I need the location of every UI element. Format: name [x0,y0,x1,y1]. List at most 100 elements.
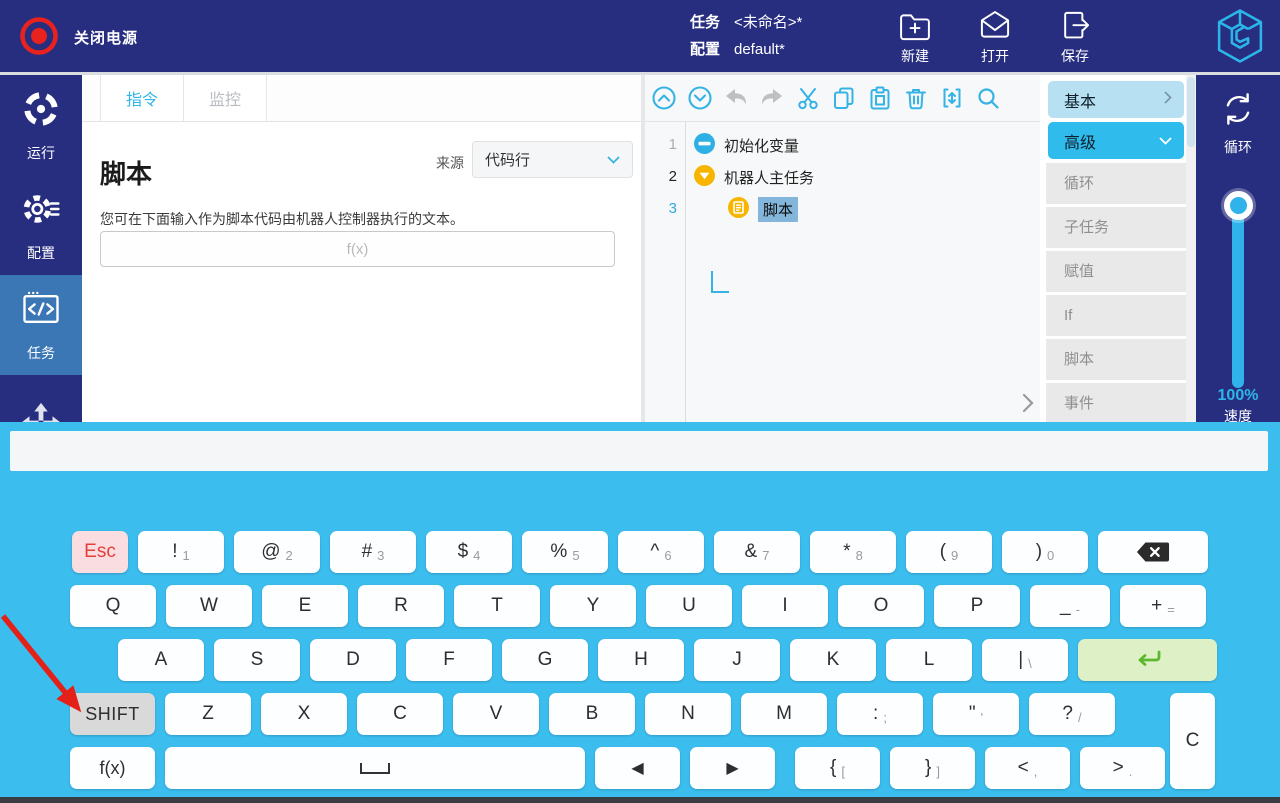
key-enter[interactable] [1078,639,1217,681]
move-down-icon[interactable] [686,85,713,112]
command-item-event[interactable]: 事件 [1046,383,1186,424]
key-k[interactable]: K [790,639,876,681]
command-scrollbar[interactable] [1186,75,1196,422]
key-h[interactable]: H [598,639,684,681]
script-expression-input[interactable] [100,231,615,267]
command-item-script[interactable]: 脚本 [1046,339,1186,380]
keyboard-text-input[interactable] [10,431,1268,471]
key-star-8[interactable]: *8 [810,531,896,573]
key-i[interactable]: I [742,585,828,627]
tree-row-init-variables[interactable]: 初始化变量 [693,129,799,161]
command-item-subtask[interactable]: 子任务 [1046,207,1186,248]
key-l[interactable]: L [886,639,972,681]
sidebar-run-label: 运行 [27,143,55,163]
new-task-label: 新建 [901,46,929,66]
cut-icon[interactable] [794,85,821,112]
key-plus-equals[interactable]: += [1120,585,1206,627]
command-item-loop[interactable]: 循环 [1046,163,1186,204]
key-o[interactable]: O [838,585,924,627]
key-caret-6[interactable]: ^6 [618,531,704,573]
sidebar-item-task[interactable]: 任务 [0,275,82,375]
key-f[interactable]: F [406,639,492,681]
key-question-slash[interactable]: ?/ [1029,693,1115,735]
copy-icon[interactable] [830,85,857,112]
key-y[interactable]: Y [550,585,636,627]
tab-instruction[interactable]: 指令 [100,75,184,121]
key-space[interactable] [165,747,585,789]
key-m[interactable]: M [741,693,827,735]
key-backspace[interactable] [1098,531,1208,573]
new-task-button[interactable]: 新建 [890,8,940,66]
key-percent-5[interactable]: %5 [522,531,608,573]
sidebar-item-run[interactable]: 运行 [0,75,82,175]
power-off-button[interactable]: 关闭电源 [74,27,138,48]
key-a[interactable]: A [118,639,204,681]
key-r[interactable]: R [358,585,444,627]
key-underscore-hyphen[interactable]: _- [1030,585,1110,627]
key-fx[interactable]: f(x) [70,747,155,789]
group-basic[interactable]: 基本 [1048,81,1184,118]
source-dropdown[interactable]: 代码行 [472,141,633,178]
key-shift[interactable]: SHIFT [70,693,155,735]
group-advanced[interactable]: 高级 [1048,122,1184,159]
key-at-2[interactable]: @2 [234,531,320,573]
sidebar-item-configure[interactable]: 配置 [0,175,82,275]
redo-icon[interactable] [758,85,785,112]
key-u[interactable]: U [646,585,732,627]
key-g[interactable]: G [502,639,588,681]
key-d[interactable]: D [310,639,396,681]
loop-mode-icon[interactable] [1216,87,1260,136]
key-c[interactable]: C [357,693,443,735]
tab-monitor[interactable]: 监控 [184,75,267,121]
scrollbar-thumb[interactable] [1187,77,1195,147]
undo-icon[interactable] [722,85,749,112]
key-colon-semicolon[interactable]: :; [837,693,923,735]
key-pipe-backslash[interactable]: |\ [982,639,1068,681]
panel-tabs: 指令 监控 [82,75,641,122]
key-z[interactable]: Z [165,693,251,735]
move-up-icon[interactable] [650,85,677,112]
delete-icon[interactable] [902,85,929,112]
key-lbrace-lbracket[interactable]: {[ [795,747,880,789]
key-c-side[interactable]: C [1170,693,1215,789]
paste-icon[interactable] [866,85,893,112]
key-esc[interactable]: Esc [72,531,128,573]
key-greater-period[interactable]: >. [1080,747,1165,789]
key-quote-apostrophe[interactable]: "' [933,693,1019,735]
key-arrow-right[interactable]: ▶ [690,747,775,789]
power-record-icon[interactable] [18,15,60,57]
key-dollar-4[interactable]: $4 [426,531,512,573]
command-item-assignment[interactable]: 赋值 [1046,251,1186,292]
save-task-button[interactable]: 保存 [1050,8,1100,66]
key-t[interactable]: T [454,585,540,627]
key-amp-7[interactable]: &7 [714,531,800,573]
key-w[interactable]: W [166,585,252,627]
command-item-if[interactable]: If [1046,295,1186,336]
script-description: 您可在下面输入作为脚本代码由机器人控制器执行的文本。 [100,209,464,229]
key-p[interactable]: P [934,585,1020,627]
key-s[interactable]: S [214,639,300,681]
panel-expander-chevron[interactable] [1022,393,1034,418]
key-rparen-0[interactable]: )0 [1002,531,1088,573]
disabled-node-icon [693,132,716,159]
key-less-comma[interactable]: <, [985,747,1070,789]
key-x[interactable]: X [261,693,347,735]
key-lparen-9[interactable]: (9 [906,531,992,573]
key-b[interactable]: B [549,693,635,735]
key-j[interactable]: J [694,639,780,681]
insert-icon[interactable] [938,85,965,112]
key-bang-1[interactable]: !1 [138,531,224,573]
speed-slider-track[interactable] [1232,203,1244,388]
search-icon[interactable] [974,85,1001,112]
key-q[interactable]: Q [70,585,156,627]
key-v[interactable]: V [453,693,539,735]
tree-row-script[interactable]: 脚本 [727,193,798,225]
tree-row-main-task[interactable]: 机器人主任务 [693,161,814,193]
key-rbrace-rbracket[interactable]: }] [890,747,975,789]
key-n[interactable]: N [645,693,731,735]
open-task-button[interactable]: 打开 [970,8,1020,66]
key-e[interactable]: E [262,585,348,627]
speed-slider-handle[interactable] [1224,191,1253,220]
key-arrow-left[interactable]: ◀ [595,747,680,789]
key-hash-3[interactable]: #3 [330,531,416,573]
